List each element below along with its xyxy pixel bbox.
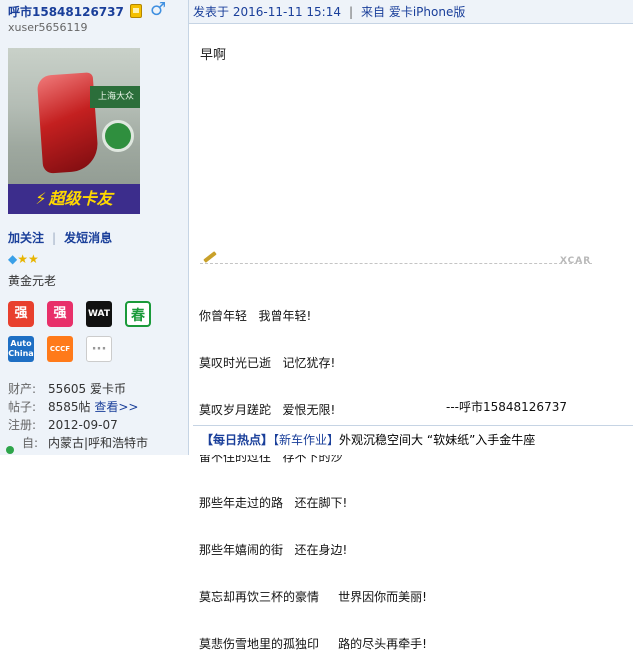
- action-divider: |: [52, 231, 57, 245]
- wealth-value: 55605 爱卡币: [48, 382, 126, 396]
- star-icon: ★: [17, 252, 28, 266]
- follow-button[interactable]: 加关注: [8, 231, 44, 245]
- medal-qiang-pink-icon[interactable]: 强: [47, 301, 73, 327]
- medal-cccf-icon[interactable]: CCCF: [47, 336, 73, 362]
- signature-line: 那些年走过的路 还在脚下!: [199, 496, 348, 511]
- posts-row: 帖子: 8585帖 查看>>: [8, 398, 148, 416]
- post-source-link[interactable]: 来自 爱卡iPhone版: [361, 5, 465, 19]
- avatar[interactable]: 上海大众 ⚡ 超级卡友: [8, 48, 140, 214]
- hot-category-link[interactable]: 【新车作业】: [273, 433, 339, 447]
- diamond-icon: ◆: [8, 252, 18, 266]
- post-date: 2016-11-11 15:14: [232, 5, 341, 19]
- register-row: 注册: 2012-09-07: [8, 416, 148, 434]
- user-stats: 财产: 55605 爱卡币 帖子: 8585帖 查看>> 注册: 2012-09-07…: [8, 380, 148, 452]
- more-medals-icon[interactable]: ···: [86, 336, 112, 362]
- header-divider: |: [348, 5, 354, 19]
- car-emblem-image: [102, 120, 134, 152]
- signature: 你曾年轻 我曾年轻! 莫叹时光已逝 记忆犹存! 莫叹岁月蹉跎 爱恨无限! 留不住…: [199, 278, 427, 668]
- signature-line: 你曾年轻 我曾年轻!: [199, 309, 312, 324]
- user-actions: 加关注 | 发短消息: [8, 229, 112, 246]
- posts-value: 8585帖: [48, 400, 91, 414]
- avatar-banner-text: 超级卡友: [48, 189, 113, 208]
- signature-line: 莫叹岁月蹉跎 爱恨无限!: [199, 402, 336, 417]
- signature-divider: [200, 263, 592, 264]
- daily-hot-bar: 【每日热点】【新车作业】外观沉稳空间大 “软妹纸”入手金牛座: [193, 425, 633, 455]
- avatar-banner: ⚡ 超级卡友: [8, 184, 140, 214]
- posted-prefix: 发表于: [193, 5, 230, 19]
- hot-headline-link[interactable]: 外观沉稳空间大 “软妹纸”入手金牛座: [339, 433, 535, 447]
- signature-line: 莫忘却再饮三杯的豪情 世界因你而美丽!: [199, 589, 427, 604]
- register-key: 注册:: [8, 418, 37, 432]
- send-message-button[interactable]: 发短消息: [64, 231, 112, 245]
- location-row: 自: 内蒙古|呼和浩特市: [8, 434, 148, 452]
- star-icon: ★: [28, 252, 39, 266]
- signature-line: 莫叹时光已逝 记忆犹存!: [199, 355, 336, 370]
- medal-wat-icon[interactable]: WAT: [86, 301, 112, 327]
- user-id: xuser5656119: [8, 21, 88, 34]
- register-value: 2012-09-07: [48, 418, 118, 432]
- medal-spring-icon[interactable]: 春: [125, 301, 151, 327]
- rank-icons: ◆★★: [8, 253, 39, 265]
- rank-title: 黄金元老: [8, 274, 57, 288]
- male-gender-icon: ♂: [150, 0, 167, 20]
- pencil-icon: [203, 251, 217, 263]
- xcar-watermark-logo: XCAR: [560, 256, 592, 266]
- signature-line: 莫悲伤雪地里的孤独印 路的尽头再牵手!: [199, 636, 427, 651]
- post-body: 早啊: [200, 48, 227, 63]
- wealth-row: 财产: 55605 爱卡币: [8, 380, 148, 398]
- medal-auto-china-icon[interactable]: Auto China: [8, 336, 34, 362]
- hot-tag: 【每日热点】: [201, 433, 274, 447]
- signature-author: ---呼市15848126737: [446, 400, 567, 414]
- location-icon: [6, 446, 14, 454]
- user-profile-panel: 呼市15848126737 ♂ xuser5656119 上海大众 ⚡ 超级卡友 …: [0, 0, 189, 455]
- lightning-icon: ⚡: [35, 189, 47, 208]
- avatar-plate-text: 上海大众: [90, 86, 140, 108]
- wealth-key: 财产:: [8, 382, 37, 396]
- post-header: 发表于 2016-11-11 15:14 | 来自 爱卡iPhone版: [189, 0, 633, 24]
- username-link[interactable]: 呼市15848126737: [8, 3, 124, 20]
- member-card-icon: [130, 4, 142, 18]
- posts-key: 帖子:: [8, 400, 37, 414]
- location-value: 内蒙古|呼和浩特市: [48, 436, 149, 450]
- medal-qiang-icon[interactable]: 强: [8, 301, 34, 327]
- view-posts-link[interactable]: 查看>>: [94, 400, 138, 414]
- signature-line: 那些年嬉闹的街 还在身边!: [199, 543, 348, 558]
- location-key: 自:: [22, 436, 39, 450]
